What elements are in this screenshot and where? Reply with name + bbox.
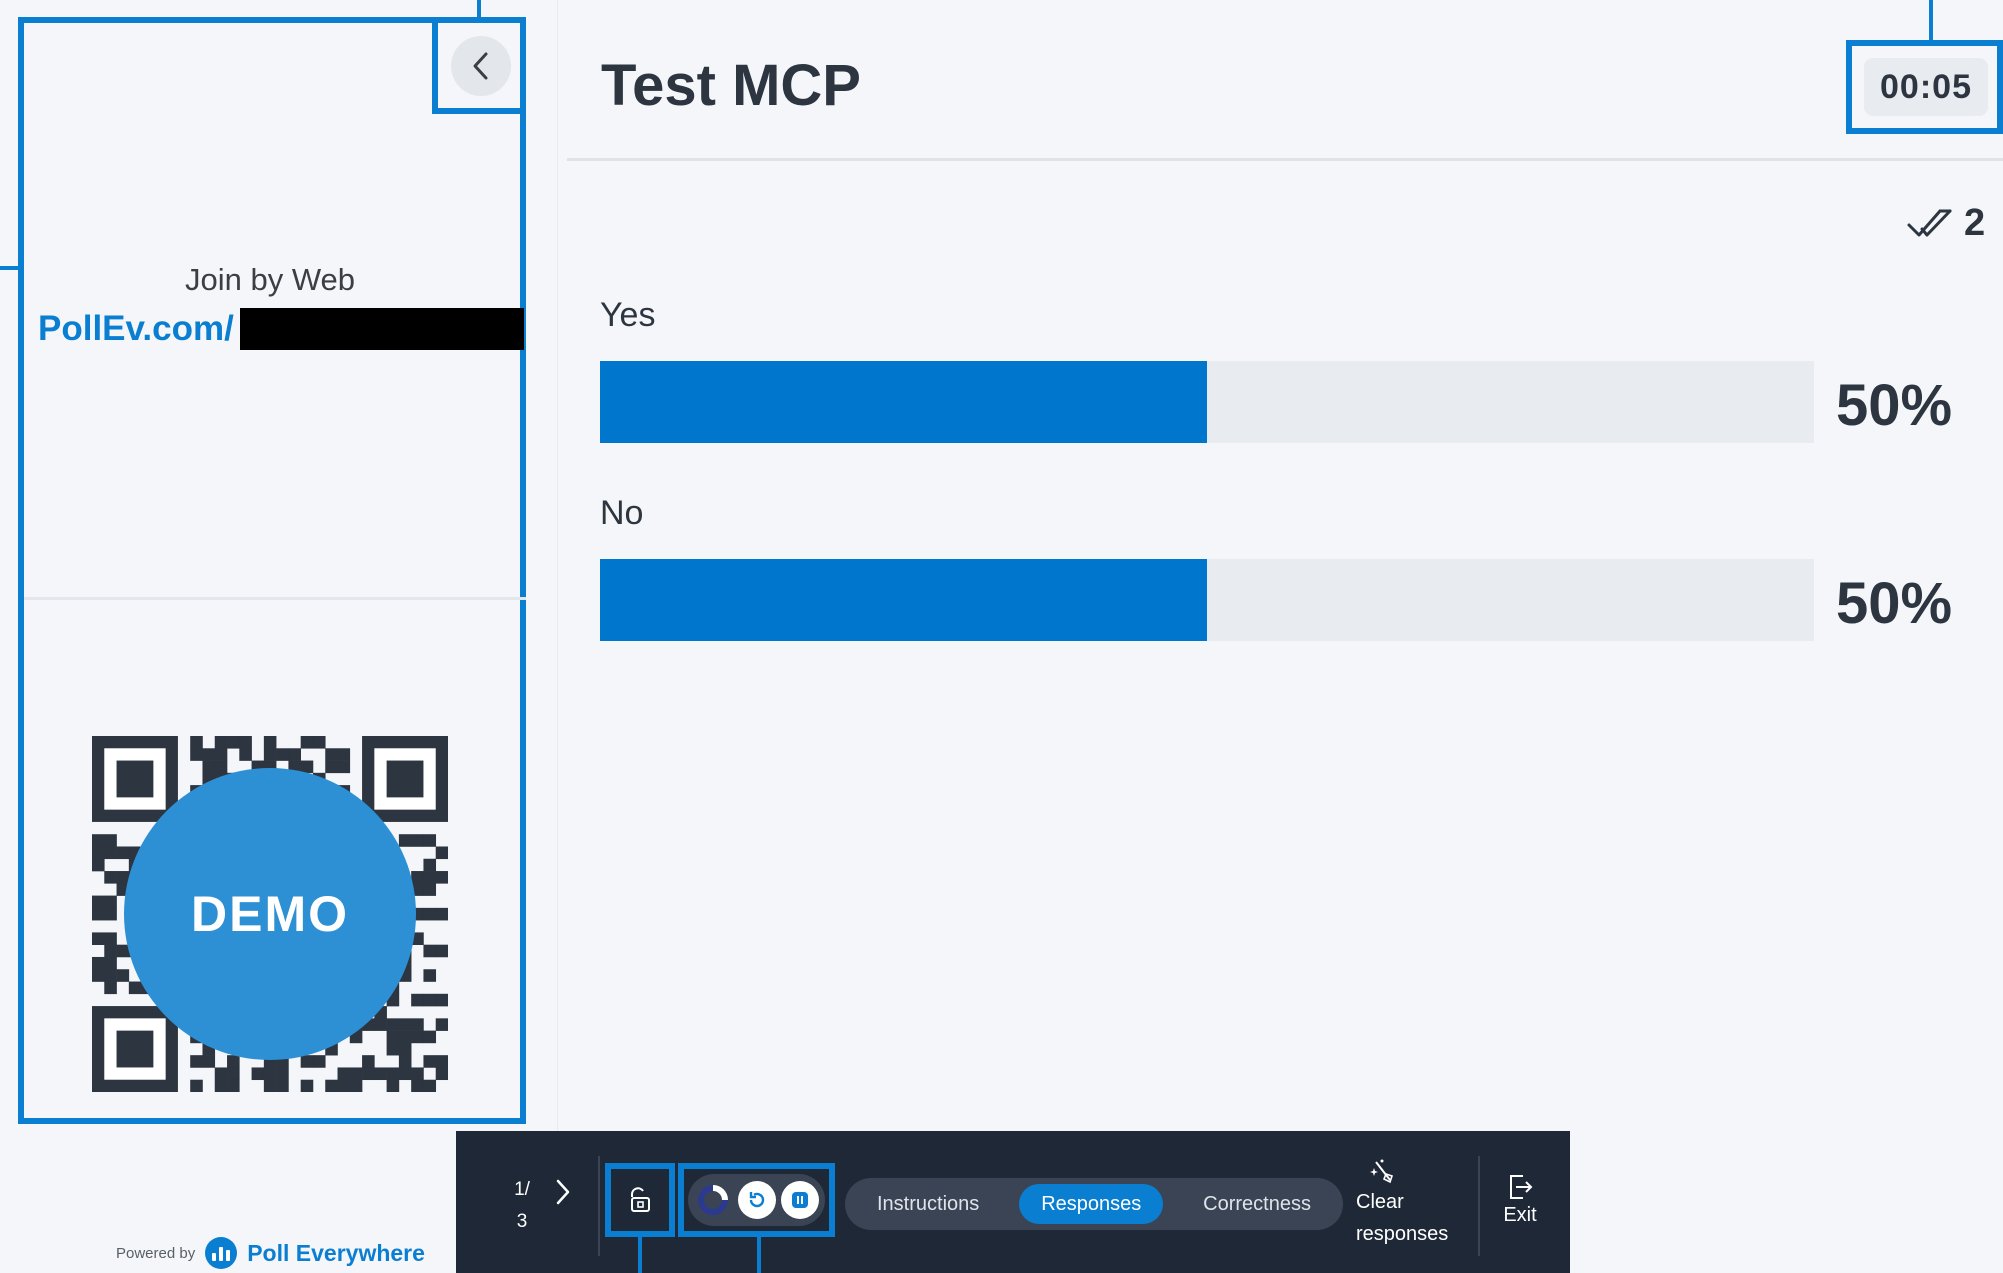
- exit-button[interactable]: Exit: [1494, 1172, 1546, 1227]
- poll-title: Test MCP: [601, 53, 861, 118]
- poll-controls: [688, 1174, 825, 1226]
- pause-button[interactable]: [781, 1181, 819, 1219]
- visibility-toggle-button[interactable]: [694, 1181, 732, 1219]
- option-percent: 50%: [1836, 373, 1953, 438]
- powered-by: Powered by Poll Everywhere: [116, 1237, 425, 1269]
- clear-label: Clear: [1356, 1191, 1404, 1213]
- pause-icon: [792, 1192, 808, 1208]
- reset-button[interactable]: [738, 1181, 776, 1219]
- chevron-right-icon: [556, 1179, 570, 1205]
- demo-badge: DEMO: [124, 768, 416, 1060]
- lock-icon: [631, 1187, 650, 1212]
- double-check-icon: [1907, 209, 1952, 236]
- brand-name: Poll Everywhere: [247, 1239, 425, 1266]
- callout-line: [638, 1237, 642, 1273]
- timer: 00:05: [1864, 58, 1988, 116]
- callout-line: [757, 1237, 761, 1273]
- slide-current: 1/: [514, 1179, 530, 1200]
- join-url-row: PollEv.com/: [38, 305, 524, 353]
- slide-total: 3: [516, 1211, 528, 1232]
- clear-label: responses: [1356, 1223, 1449, 1245]
- option-label: Yes: [600, 296, 656, 334]
- lock-poll-button[interactable]: [614, 1172, 666, 1228]
- redacted-code: [239, 308, 524, 350]
- option-bar-fill: [600, 559, 1207, 641]
- join-url-link[interactable]: PollEv.com/: [38, 309, 234, 349]
- clear-responses-button[interactable]: Clear responses: [1356, 1156, 1466, 1250]
- option-bar: [600, 361, 1814, 443]
- collapse-panel-button[interactable]: [451, 36, 511, 96]
- exit-label: Exit: [1503, 1204, 1537, 1226]
- tab-responses[interactable]: Responses: [1019, 1184, 1164, 1224]
- tab-correctness[interactable]: Correctness: [1181, 1184, 1333, 1224]
- option-percent: 50%: [1836, 571, 1953, 636]
- callout-line: [1929, 0, 1933, 40]
- poll-everywhere-logo-icon: [205, 1237, 238, 1269]
- reset-icon: [749, 1192, 765, 1208]
- chevron-left-icon: [473, 52, 488, 80]
- response-count: 2: [1906, 202, 1985, 245]
- toolbar-separator: [598, 1156, 600, 1256]
- response-count-value: 2: [1964, 202, 1986, 244]
- panel-divider: [24, 597, 526, 600]
- callout-line: [0, 266, 18, 270]
- next-slide-button[interactable]: [548, 1172, 578, 1212]
- toolbar-separator: [1478, 1156, 1480, 1256]
- powered-by-label: Powered by: [116, 1244, 196, 1262]
- callout-line: [477, 0, 481, 17]
- visibility-ring-icon: [698, 1185, 728, 1215]
- join-by-web-label: Join by Web: [184, 262, 355, 297]
- option-bar: [600, 559, 1814, 641]
- slide-counter: 1/ 3: [507, 1174, 537, 1238]
- broom-sparkle-icon: [1370, 1159, 1394, 1184]
- exit-icon: [1510, 1175, 1533, 1199]
- tab-instructions[interactable]: Instructions: [855, 1184, 1001, 1224]
- view-tabs: Instructions Responses Correctness: [845, 1178, 1343, 1230]
- header-divider: [567, 158, 2003, 161]
- option-bar-fill: [600, 361, 1207, 443]
- option-label: No: [600, 494, 644, 532]
